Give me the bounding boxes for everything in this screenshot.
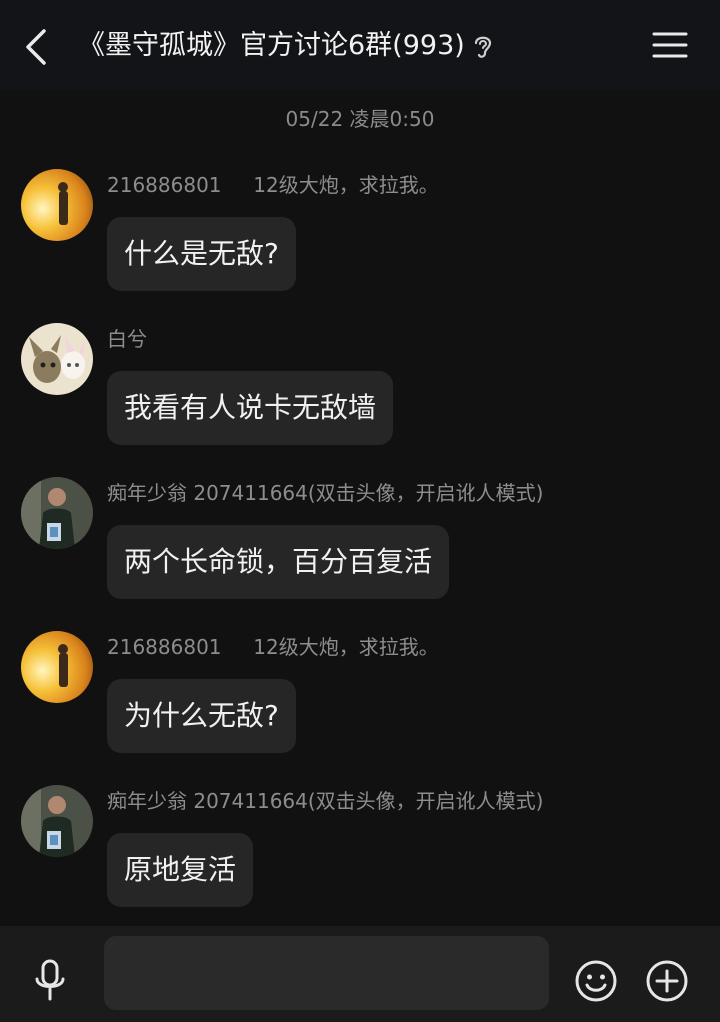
avatar-sunset[interactable] — [21, 631, 93, 703]
plus-circle-icon[interactable] — [645, 959, 689, 1003]
avatar-man[interactable] — [21, 785, 93, 857]
message-bubble[interactable]: 什么是无敌? — [107, 217, 296, 291]
chat-header: 《墨守孤城》官方讨论6群(993) — [0, 0, 720, 90]
message-bubble[interactable]: 原地复活 — [107, 833, 254, 907]
message-bubble[interactable]: 两个长命锁，百分百复活 — [107, 525, 450, 599]
avatar-sunset[interactable] — [21, 169, 93, 241]
ear-icon[interactable] — [471, 32, 495, 60]
group-title[interactable]: 《墨守孤城》官方讨论6群(993) — [78, 26, 465, 66]
input-bar — [0, 926, 720, 1022]
message-item: 痴年少翁 207411664(双击头像，开启讹人模式) 原地复活 — [0, 785, 720, 935]
emoji-icon[interactable] — [574, 959, 618, 1003]
chat-timestamp: 05/22 凌晨0:50 — [285, 107, 435, 131]
message-bubble[interactable]: 为什么无敌? — [107, 679, 296, 753]
sender-name: 216886801 12级大炮，求拉我。 — [107, 173, 439, 197]
hamburger-menu-icon[interactable] — [650, 28, 690, 64]
back-arrow-icon[interactable] — [16, 25, 60, 69]
microphone-icon[interactable] — [30, 959, 70, 1003]
message-bubble[interactable]: 我看有人说卡无敌墙 — [107, 371, 394, 445]
avatar-man[interactable] — [21, 477, 93, 549]
message-item: 216886801 12级大炮，求拉我。 什么是无敌? — [0, 169, 720, 319]
avatar-anime-cats[interactable] — [21, 323, 93, 395]
message-item: 白兮 我看有人说卡无敌墙 — [0, 323, 720, 473]
sender-name: 白兮 — [107, 327, 147, 351]
message-item: 痴年少翁 207411664(双击头像，开启讹人模式) 两个长命锁，百分百复活 — [0, 477, 720, 627]
sender-name: 216886801 12级大炮，求拉我。 — [107, 635, 439, 659]
sender-name: 痴年少翁 207411664(双击头像，开启讹人模式) — [107, 481, 544, 505]
message-input[interactable] — [104, 936, 549, 1010]
message-item: 216886801 12级大炮，求拉我。 为什么无敌? — [0, 631, 720, 781]
sender-name: 痴年少翁 207411664(双击头像，开启讹人模式) — [107, 789, 544, 813]
